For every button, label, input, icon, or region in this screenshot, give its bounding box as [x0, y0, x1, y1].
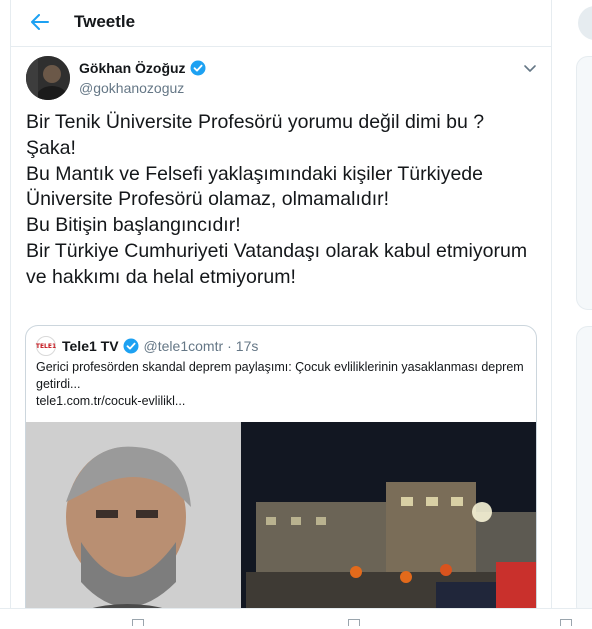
- main-column: Tweetle Gökhan Özoğuz @gokhanozoguz Bir …: [10, 0, 552, 628]
- quoted-tweet-header: TELE1 Tele1 TV @tele1comtr · 17s: [36, 336, 258, 356]
- tele1-logo-text: TELE1: [35, 342, 57, 350]
- separator-dot: ·: [227, 338, 232, 354]
- retweet-icon[interactable]: [348, 619, 360, 626]
- quoted-author-handle: @tele1comtr: [143, 338, 224, 354]
- like-icon[interactable]: [560, 619, 572, 626]
- chevron-down-icon[interactable]: [522, 60, 538, 76]
- quoted-author-name: Tele1 TV: [62, 338, 119, 354]
- author-handle[interactable]: @gokhanozoguz: [79, 80, 184, 96]
- verified-badge-icon: [123, 338, 139, 354]
- quoted-tweet-link[interactable]: tele1.com.tr/cocuk-evlilikl...: [36, 393, 526, 410]
- verified-badge-icon: [190, 60, 206, 76]
- page-header: Tweetle: [11, 0, 551, 47]
- quoted-timestamp: 17s: [235, 338, 259, 354]
- author-name[interactable]: Gökhan Özoğuz: [79, 60, 206, 76]
- quoted-tweet-body: Gerici profesörden skandal deprem paylaş…: [36, 360, 524, 391]
- author-name-text[interactable]: Gökhan Özoğuz: [79, 60, 186, 76]
- quoted-tweet-card[interactable]: TELE1 Tele1 TV @tele1comtr · 17s Gerici …: [25, 325, 537, 627]
- sidebar-card: [576, 326, 592, 618]
- reply-icon[interactable]: [132, 619, 144, 626]
- tweet-text: Bir Tenik Üniversite Profesörü yorumu de…: [26, 111, 528, 288]
- arrow-left-icon[interactable]: [29, 11, 51, 33]
- avatar[interactable]: [26, 56, 70, 100]
- tele1-logo: TELE1: [36, 336, 56, 356]
- quoted-tweet-text: Gerici profesörden skandal deprem paylaş…: [36, 359, 526, 410]
- page-title: Tweetle: [74, 12, 136, 31]
- bottom-action-bar: [0, 608, 592, 629]
- right-sidebar: [570, 0, 592, 628]
- quoted-tweet-image[interactable]: [26, 422, 536, 626]
- sidebar-card: [576, 56, 592, 310]
- search-box[interactable]: [578, 6, 592, 40]
